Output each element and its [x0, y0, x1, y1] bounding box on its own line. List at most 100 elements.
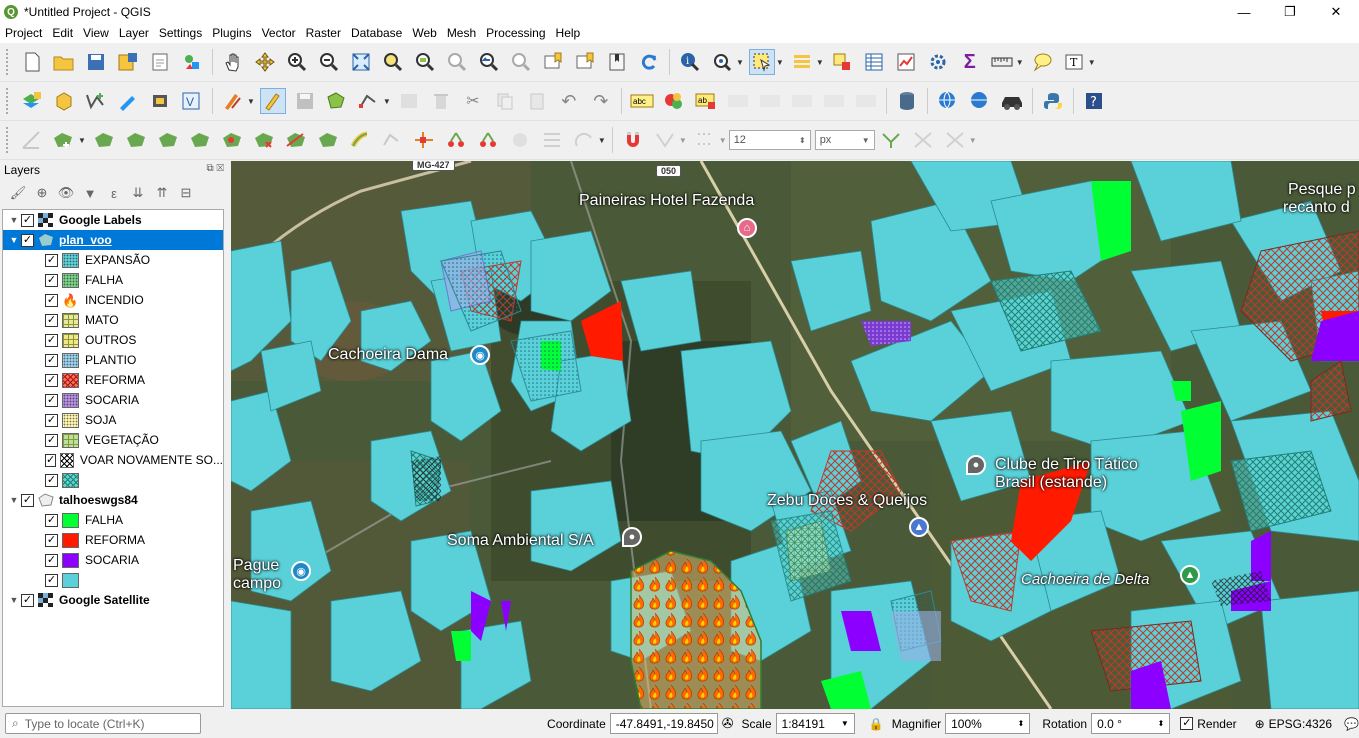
add-ring-dropdown[interactable]: ▼	[78, 136, 86, 145]
camera-poi-icon[interactable]: ◉	[291, 561, 311, 581]
layer-google-labels[interactable]: ▼ ✓ Google Labels	[3, 210, 223, 230]
zoom-to-layer-icon[interactable]	[412, 49, 438, 75]
locator-search[interactable]: ⌕ Type to locate (Ctrl+K)	[5, 713, 202, 734]
expand-arrow-icon[interactable]: ▼	[7, 215, 21, 225]
add-part-icon[interactable]	[155, 127, 181, 153]
legend-class-item[interactable]: ✓ FALHA	[3, 510, 223, 530]
expand-arrow-icon[interactable]: ▼	[7, 235, 21, 245]
spatial-bookmark-icon[interactable]	[604, 49, 630, 75]
snapping-unit-select[interactable]: px ▼	[814, 130, 875, 150]
add-ring-icon[interactable]	[51, 127, 77, 153]
cut-features-icon[interactable]: ✂	[460, 88, 486, 114]
rotate-point-dropdown[interactable]: ▼	[598, 136, 606, 145]
select-dropdown[interactable]: ▼	[776, 58, 784, 67]
legend-class-item[interactable]: ✓	[3, 470, 223, 490]
layer-visibility-checkbox[interactable]: ✓	[21, 593, 34, 607]
layer-plan-voo[interactable]: ▼ ✓ plan_voo	[3, 230, 223, 250]
change-label-icon[interactable]	[853, 88, 879, 114]
scale-combobox[interactable]: 1:84191 ▼	[775, 713, 855, 734]
class-visibility-checkbox[interactable]: ✓	[45, 573, 58, 587]
save-edits-icon[interactable]	[292, 88, 318, 114]
map-tips-icon[interactable]	[709, 49, 735, 75]
toolbar-grip[interactable]	[6, 88, 10, 114]
manage-visibility-icon[interactable]: 👁	[54, 185, 78, 201]
menu-plugins[interactable]: Plugins	[207, 24, 256, 43]
map-canvas[interactable]: MG-427 050 Paineiras Hotel Fazenda ⌂ Cac…	[231, 161, 1359, 709]
refresh-icon[interactable]	[636, 49, 662, 75]
help-icon[interactable]: ?	[1081, 88, 1107, 114]
legend-class-item[interactable]: ✓ SOJA	[3, 410, 223, 430]
statistics-icon[interactable]	[893, 49, 919, 75]
layer-visibility-checkbox[interactable]: ✓	[21, 493, 34, 507]
toolbar-grip[interactable]	[6, 127, 10, 153]
legend-class-item[interactable]: ✓ PLANTIO	[3, 350, 223, 370]
db-manager-icon[interactable]	[894, 88, 920, 114]
class-visibility-checkbox[interactable]: ✓	[45, 313, 58, 327]
snapping-magnet-icon[interactable]	[620, 127, 646, 153]
plugin-car-icon[interactable]	[999, 88, 1025, 114]
class-visibility-checkbox[interactable]: ✓	[45, 253, 58, 267]
tracing-icon[interactable]	[942, 127, 968, 153]
legend-class-item[interactable]: ✓ EXPANSÃO	[3, 250, 223, 270]
add-wms-icon[interactable]	[935, 88, 961, 114]
menu-raster[interactable]: Raster	[301, 24, 346, 43]
current-edits-icon[interactable]	[220, 88, 246, 114]
snapping-mode-dropdown[interactable]: ▼	[719, 136, 727, 145]
topological-editing-icon[interactable]	[878, 127, 904, 153]
split-features-icon[interactable]	[347, 127, 373, 153]
legend-class-item[interactable]: ✓ VEGETAÇÃO	[3, 430, 223, 450]
class-visibility-checkbox[interactable]: ✓	[45, 533, 58, 547]
class-visibility-checkbox[interactable]: ✓	[45, 433, 58, 447]
snapping-type-dropdown[interactable]: ▼	[679, 136, 687, 145]
paste-features-icon[interactable]	[524, 88, 550, 114]
messages-icon[interactable]: 💬	[1344, 717, 1359, 731]
spin-arrows-icon[interactable]: ⬍	[1158, 719, 1165, 728]
render-checkbox[interactable]: ✓	[1180, 717, 1194, 730]
class-visibility-checkbox[interactable]: ✓	[45, 293, 58, 307]
legend-class-item[interactable]: ✓ VOAR NOVAMENTE SO...	[3, 450, 223, 470]
layer-visibility-checkbox[interactable]: ✓	[21, 233, 34, 247]
label-layer-icon[interactable]: abc	[629, 88, 655, 114]
toolbar-grip[interactable]	[6, 49, 10, 75]
expand-arrow-icon[interactable]: ▼	[7, 495, 21, 505]
delete-part-icon[interactable]	[251, 127, 277, 153]
pan-to-selection-icon[interactable]	[252, 49, 278, 75]
deselect-all-icon[interactable]	[829, 49, 855, 75]
copy-features-icon[interactable]	[492, 88, 518, 114]
shop-poi-icon[interactable]: ▲	[909, 517, 929, 537]
align-icon[interactable]	[539, 127, 565, 153]
magnifier-spinbox[interactable]: 100% ⬍	[945, 713, 1031, 734]
zoom-next-icon[interactable]	[508, 49, 534, 75]
maximize-button[interactable]: ❐	[1267, 0, 1313, 24]
menu-mesh[interactable]: Mesh	[442, 24, 481, 43]
class-visibility-checkbox[interactable]: ✓	[45, 333, 58, 347]
select-by-value-icon[interactable]	[789, 49, 815, 75]
identify-icon[interactable]: i	[677, 49, 703, 75]
menu-edit[interactable]: Edit	[47, 24, 78, 43]
rotation-spinbox[interactable]: 0.0 ° ⬍	[1091, 713, 1171, 734]
zoom-in-icon[interactable]	[284, 49, 310, 75]
tracing-dropdown[interactable]: ▼	[969, 136, 977, 145]
coordinate-field[interactable]: -47.8491,-19.8450	[609, 713, 718, 734]
remove-layer-icon[interactable]: ⊟	[174, 185, 198, 201]
layer-google-satellite[interactable]: ▼ ✓ Google Satellite	[3, 590, 223, 610]
move-label-icon[interactable]	[789, 88, 815, 114]
toggle-editing-icon[interactable]	[259, 88, 286, 114]
menu-view[interactable]: View	[78, 24, 114, 43]
highlight-pinned-icon[interactable]: ab	[693, 88, 719, 114]
menu-layer[interactable]: Layer	[114, 24, 154, 43]
camera-poi-icon[interactable]: ◉	[470, 345, 490, 365]
legend-class-item[interactable]: ✓ SOCARIA	[3, 390, 223, 410]
crs-button[interactable]: EPSG:4326	[1269, 717, 1332, 731]
data-source-manager-icon[interactable]	[19, 88, 45, 114]
toggle-extents-icon[interactable]: ✇	[722, 715, 734, 732]
menu-project[interactable]: Project	[0, 24, 47, 43]
menu-help[interactable]: Help	[551, 24, 586, 43]
class-visibility-checkbox[interactable]: ✓	[45, 393, 58, 407]
style-manager-icon[interactable]	[179, 49, 205, 75]
menu-web[interactable]: Web	[407, 24, 441, 43]
filter-expression-icon[interactable]: ε	[102, 186, 126, 201]
simplify-feature-icon[interactable]	[123, 127, 149, 153]
class-visibility-checkbox[interactable]: ✓	[45, 373, 58, 387]
pan-hand-icon[interactable]	[220, 49, 246, 75]
